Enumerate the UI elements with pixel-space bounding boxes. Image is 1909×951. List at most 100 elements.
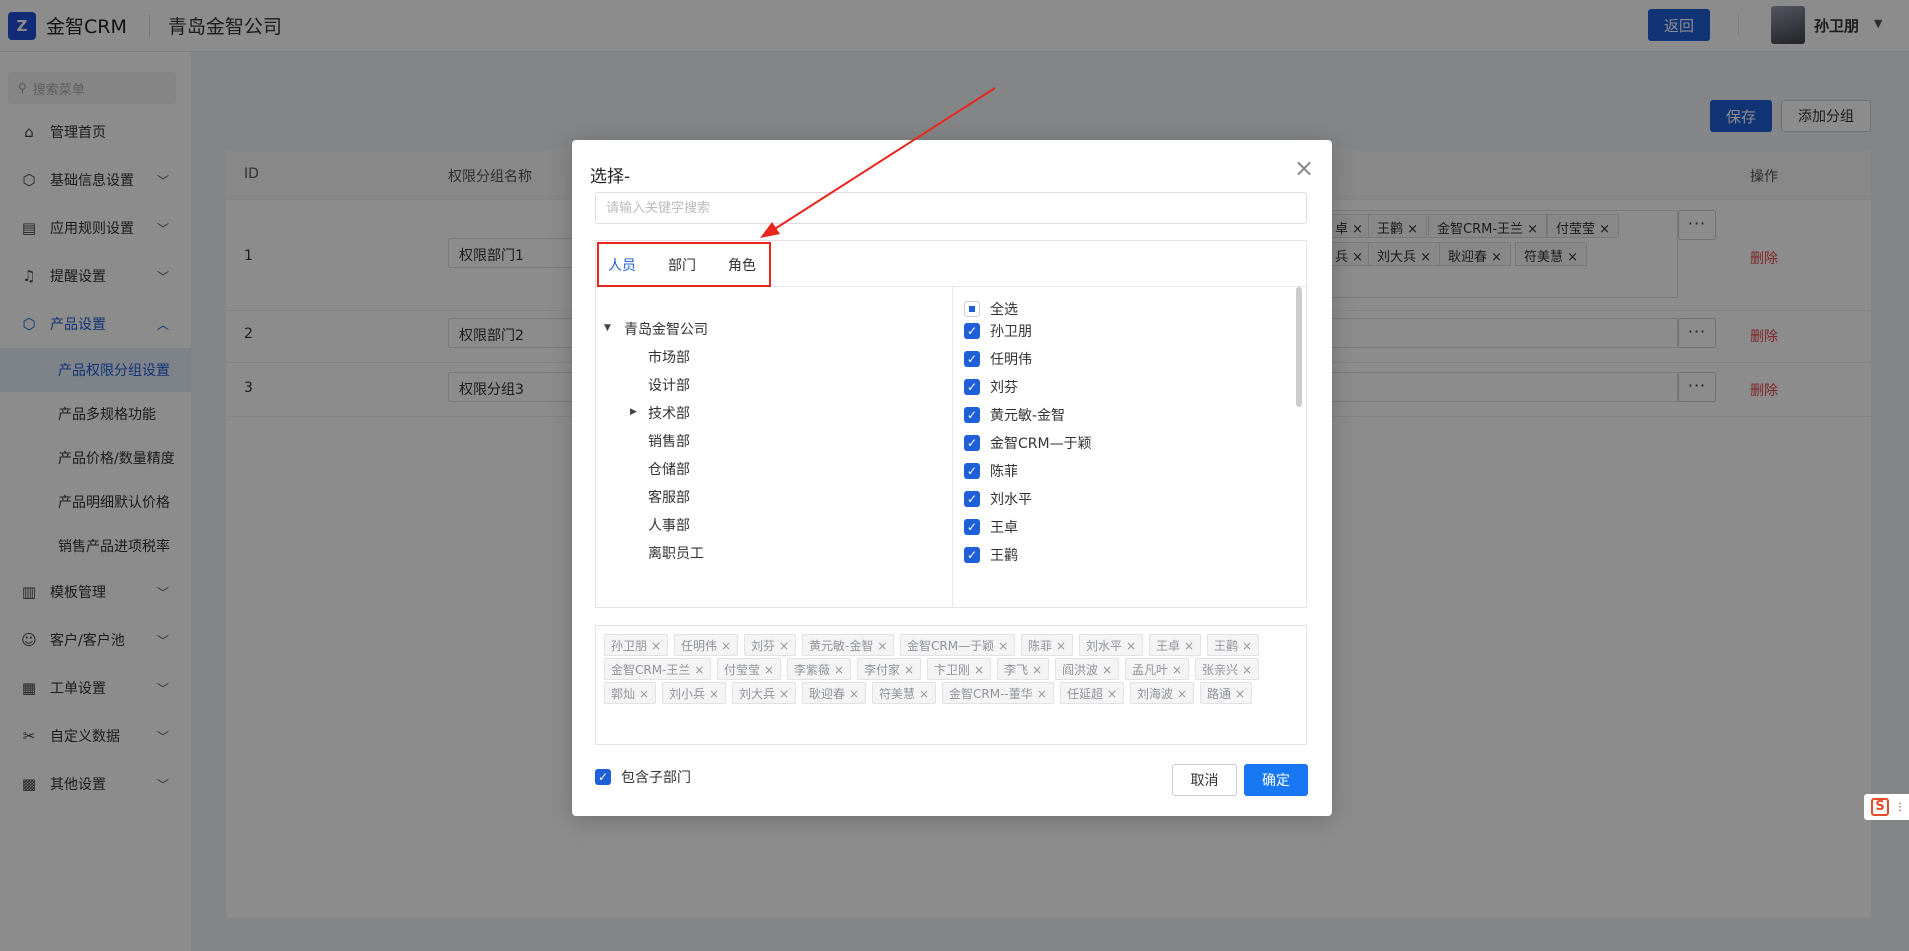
remove-chip-icon[interactable]: ×: [721, 639, 731, 653]
person-checkbox[interactable]: ✓ 孙卫朋: [964, 321, 1032, 341]
cancel-button[interactable]: 取消: [1172, 764, 1237, 796]
chip-label: 耿迎春: [809, 687, 846, 701]
check-icon: ✓: [964, 463, 980, 479]
selected-chip: 路通 ×: [1200, 682, 1253, 704]
person-checkbox[interactable]: ✓ 任明伟: [964, 349, 1032, 369]
caret-down-icon[interactable]: ▼: [604, 323, 611, 333]
selected-chip: 陈菲 ×: [1021, 634, 1074, 656]
keyword-search-input[interactable]: [595, 192, 1307, 224]
remove-chip-icon[interactable]: ×: [1242, 639, 1252, 653]
person-checkbox[interactable]: ✓ 王卓: [964, 517, 1018, 537]
person-checkbox[interactable]: ✓ 陈菲: [964, 461, 1018, 481]
chip-label: 张亲兴: [1202, 663, 1239, 677]
chip-label: 陈菲: [1028, 639, 1053, 653]
selected-chip: 李付家 ×: [857, 658, 922, 680]
remove-chip-icon[interactable]: ×: [709, 687, 719, 701]
tab-department[interactable]: 部门: [668, 255, 696, 275]
chip-label: 金智CRM--董华: [949, 687, 1033, 701]
remove-chip-icon[interactable]: ×: [1184, 639, 1194, 653]
chip-label: 孙卫朋: [611, 639, 648, 653]
check-icon: ✓: [964, 323, 980, 339]
chip-label: 任延超: [1067, 687, 1104, 701]
tree-node[interactable]: 销售部: [648, 431, 690, 451]
remove-chip-icon[interactable]: ×: [764, 663, 774, 677]
tree-root[interactable]: 青岛金智公司: [624, 319, 708, 339]
chip-label: 任明伟: [681, 639, 718, 653]
tree-node[interactable]: 客服部: [648, 487, 690, 507]
indeterminate-checkbox-icon: [964, 301, 980, 317]
person-checkbox[interactable]: ✓ 刘水平: [964, 489, 1032, 509]
selected-chip: 金智CRM—于颖 ×: [900, 634, 1016, 656]
chip-label: 刘芬: [751, 639, 776, 653]
remove-chip-icon[interactable]: ×: [1177, 687, 1187, 701]
tree-node[interactable]: 仓储部: [648, 459, 690, 479]
selected-chip: 阎洪波 ×: [1055, 658, 1120, 680]
selected-chip: 李飞 ×: [997, 658, 1050, 680]
selected-chip: 卞卫刚 ×: [927, 658, 992, 680]
chip-label: 郭灿: [611, 687, 636, 701]
person-checkbox[interactable]: ✓ 金智CRM—于颖: [964, 433, 1092, 453]
tree-node[interactable]: 设计部: [648, 375, 690, 395]
remove-chip-icon[interactable]: ×: [1242, 663, 1252, 677]
remove-chip-icon[interactable]: ×: [974, 663, 984, 677]
remove-chip-icon[interactable]: ×: [1056, 639, 1066, 653]
remove-chip-icon[interactable]: ×: [1102, 663, 1112, 677]
person-name: 刘芬: [990, 380, 1018, 396]
chip-label: 刘大兵: [739, 687, 776, 701]
selected-chip: 刘芬 ×: [744, 634, 797, 656]
selected-chip: 孟凡叶 ×: [1125, 658, 1190, 680]
selected-chip: 张亲兴 ×: [1195, 658, 1260, 680]
tree-node[interactable]: 离职员工: [648, 543, 704, 563]
input-method-toolbar[interactable]: S ⋮: [1864, 794, 1909, 820]
person-name: 金智CRM—于颖: [990, 436, 1092, 452]
remove-chip-icon[interactable]: ×: [1107, 687, 1117, 701]
selected-chip: 王鹳 ×: [1207, 634, 1260, 656]
selected-chip: 李紫薇 ×: [787, 658, 852, 680]
remove-chip-icon[interactable]: ×: [998, 639, 1008, 653]
remove-chip-icon[interactable]: ×: [849, 687, 859, 701]
remove-chip-icon[interactable]: ×: [1037, 687, 1047, 701]
caret-right-icon[interactable]: ▶: [630, 407, 637, 417]
selector-panel: 人员 部门 角色 ▼ 青岛金智公司 市场部 设计部 ▶ 技术部 销售部 仓储部 …: [595, 240, 1307, 608]
chip-label: 李付家: [864, 663, 901, 677]
person-checkbox[interactable]: ✓ 刘芬: [964, 377, 1018, 397]
chip-label: 刘水平: [1086, 639, 1123, 653]
tree-node[interactable]: 市场部: [648, 347, 690, 367]
include-subdept-checkbox[interactable]: ✓ 包含子部门: [595, 767, 691, 787]
people-scrollbar[interactable]: [1296, 287, 1302, 407]
remove-chip-icon[interactable]: ×: [904, 663, 914, 677]
selected-chip: 刘海波 ×: [1130, 682, 1195, 704]
chip-label: 王卓: [1156, 639, 1181, 653]
remove-chip-icon[interactable]: ×: [1032, 663, 1042, 677]
select-all-label: 全选: [990, 302, 1018, 318]
person-checkbox[interactable]: ✓ 黄元敏-金智: [964, 405, 1065, 425]
remove-chip-icon[interactable]: ×: [779, 687, 789, 701]
remove-chip-icon[interactable]: ×: [1172, 663, 1182, 677]
remove-chip-icon[interactable]: ×: [639, 687, 649, 701]
remove-chip-icon[interactable]: ×: [919, 687, 929, 701]
remove-chip-icon[interactable]: ×: [877, 639, 887, 653]
tab-people[interactable]: 人员: [608, 255, 636, 275]
remove-chip-icon[interactable]: ×: [1126, 639, 1136, 653]
person-name: 黄元敏-金智: [990, 408, 1066, 424]
selected-chip: 金智CRM-王兰 ×: [604, 658, 712, 680]
remove-chip-icon[interactable]: ×: [779, 639, 789, 653]
close-icon[interactable]: ×: [1294, 154, 1314, 182]
check-icon: ✓: [964, 351, 980, 367]
remove-chip-icon[interactable]: ×: [834, 663, 844, 677]
chip-label: 李紫薇: [794, 663, 831, 677]
remove-chip-icon[interactable]: ×: [1235, 687, 1245, 701]
select-all-checkbox[interactable]: 全选: [964, 299, 1018, 319]
tab-role[interactable]: 角色: [728, 255, 756, 275]
chip-label: 金智CRM—于颖: [907, 639, 995, 653]
remove-chip-icon[interactable]: ×: [651, 639, 661, 653]
confirm-button[interactable]: 确定: [1244, 764, 1308, 796]
selected-chip: 刘水平 ×: [1079, 634, 1144, 656]
remove-chip-icon[interactable]: ×: [694, 663, 704, 677]
person-checkbox[interactable]: ✓ 王鹳: [964, 545, 1018, 565]
tree-node[interactable]: 技术部: [648, 403, 690, 423]
selected-chip: 金智CRM--董华 ×: [942, 682, 1054, 704]
tree-node[interactable]: 人事部: [648, 515, 690, 535]
person-name: 王卓: [990, 520, 1018, 536]
check-icon: ✓: [964, 407, 980, 423]
